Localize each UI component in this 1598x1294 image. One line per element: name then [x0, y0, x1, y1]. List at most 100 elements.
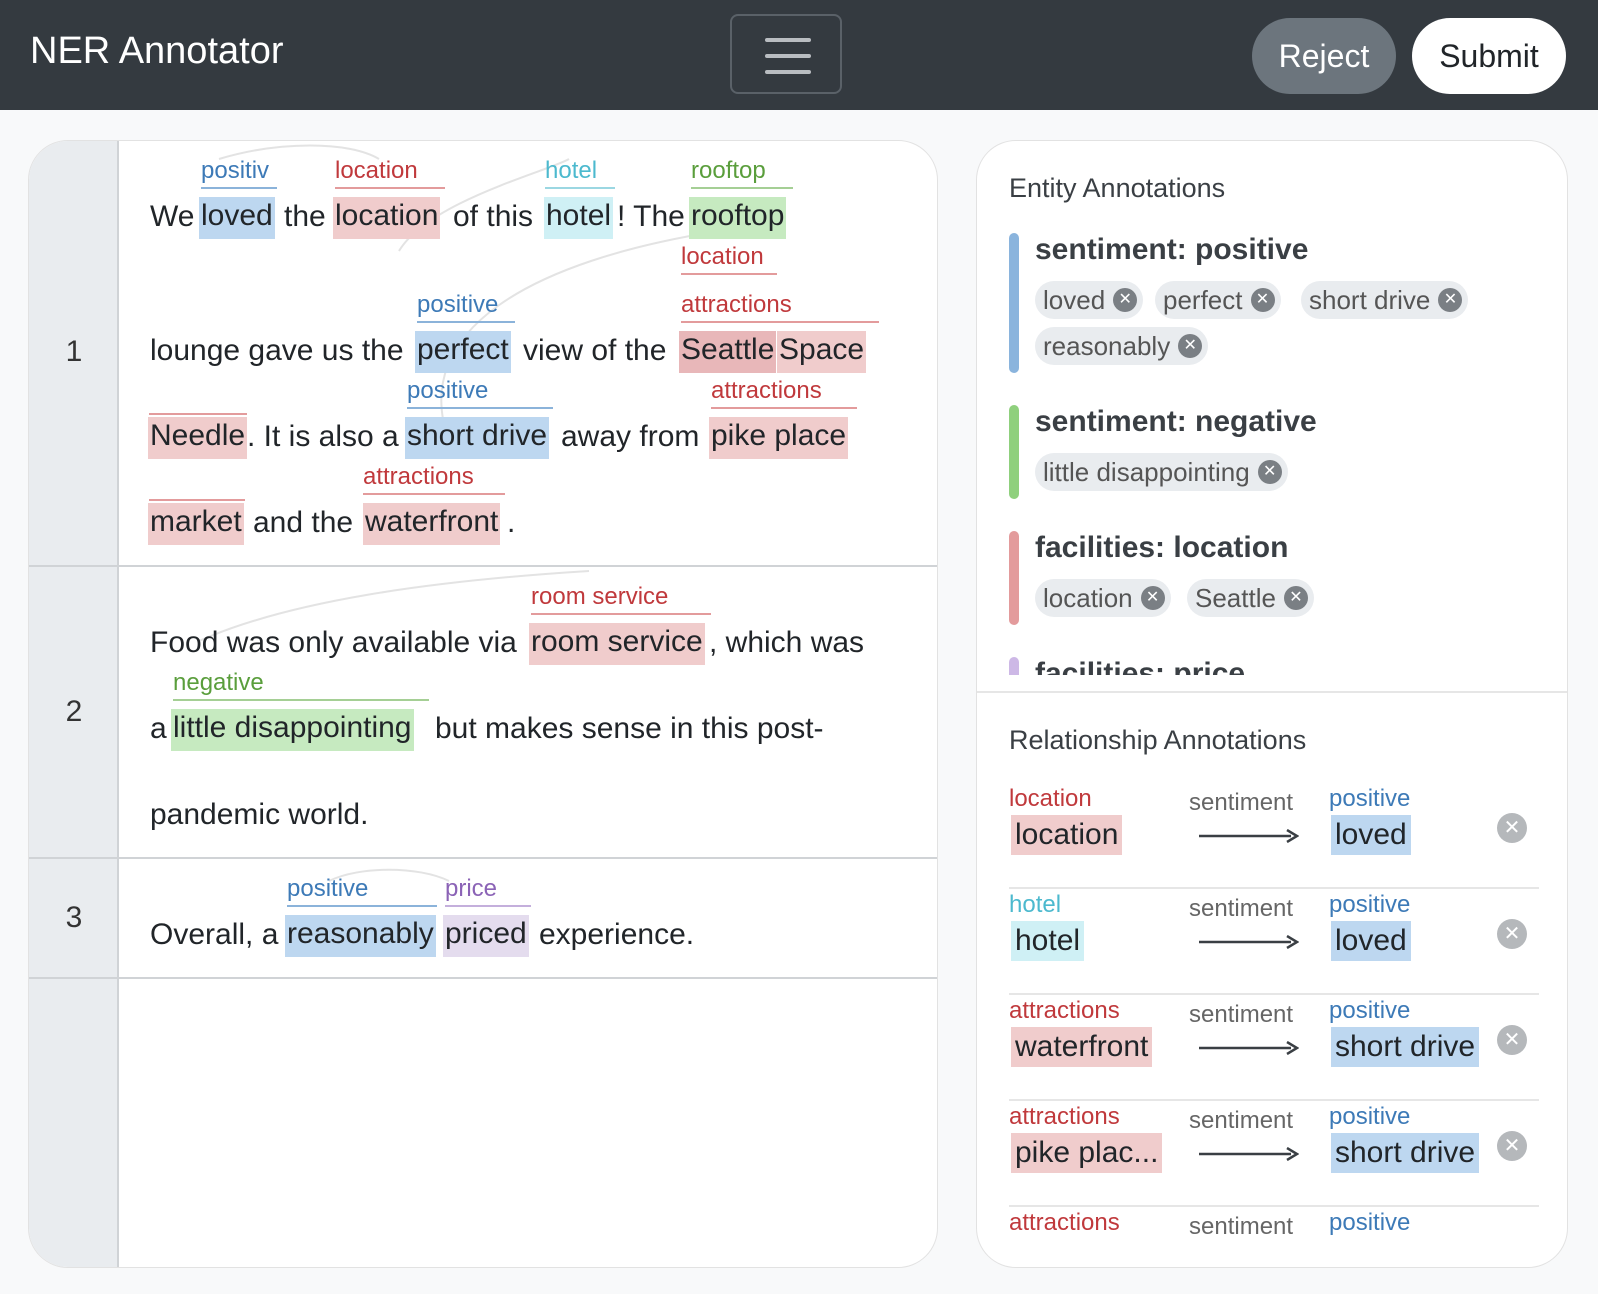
- entity-chip[interactable]: little disappointing ✕: [1035, 453, 1288, 491]
- entity-token[interactable]: location: [333, 197, 441, 239]
- relation-target-label: positive: [1329, 1209, 1411, 1236]
- row-divider: [29, 977, 937, 979]
- entity-label: positiv: [201, 157, 277, 189]
- menu-toggle-button[interactable]: [730, 14, 842, 94]
- entity-token[interactable]: priced: [443, 915, 529, 957]
- entity-token[interactable]: loved: [199, 197, 275, 239]
- relation-target: loved: [1331, 921, 1411, 961]
- entity-token[interactable]: little disappointing: [171, 709, 414, 751]
- arrow-right-icon: [1199, 935, 1299, 949]
- entity-label: attractions: [711, 377, 857, 409]
- relation-target-label: positive: [1329, 1103, 1411, 1130]
- relationship-annotations-title: Relationship Annotations: [1009, 725, 1307, 755]
- relationship-row[interactable]: location location sentiment positive lov…: [1009, 785, 1539, 889]
- entity-label: attractions: [363, 463, 505, 495]
- submit-button[interactable]: Submit: [1412, 18, 1566, 94]
- entity-token[interactable]: rooftop: [689, 197, 787, 239]
- entity-token[interactable]: short drive: [405, 417, 550, 459]
- line-number: 3: [65, 901, 83, 934]
- app-brand[interactable]: NER Annotator: [30, 30, 283, 73]
- relation-type: sentiment: [1189, 895, 1294, 922]
- remove-icon[interactable]: ✕: [1140, 586, 1165, 610]
- entity-token[interactable]: pike place: [709, 417, 849, 459]
- entity-chip[interactable]: Seattle ✕: [1187, 579, 1314, 617]
- relation-source-label: attractions: [1009, 1103, 1120, 1130]
- remove-icon[interactable]: ✕: [1497, 919, 1527, 949]
- entity-annotations-title: Entity Annotations: [1009, 173, 1226, 203]
- remove-icon[interactable]: ✕: [1257, 460, 1282, 484]
- entity-label: location: [335, 157, 445, 189]
- entity-chip-label: short drive: [1309, 285, 1431, 315]
- text-span: We: [150, 200, 195, 233]
- relation-target-label: positive: [1329, 997, 1411, 1024]
- entity-label: positive: [417, 291, 515, 323]
- remove-icon[interactable]: ✕: [1178, 334, 1203, 358]
- entity-group-name: sentiment: negative: [1035, 405, 1317, 438]
- relation-source-label: hotel: [1009, 891, 1062, 918]
- hamburger-icon: [765, 38, 811, 42]
- entity-label: positive: [407, 377, 553, 409]
- entity-label-continuation: [149, 385, 247, 415]
- relationship-row[interactable]: attractions waterfront sentiment positiv…: [1009, 997, 1539, 1101]
- entity-token[interactable]: Space: [777, 331, 867, 373]
- entity-chip[interactable]: reasonably ✕: [1035, 327, 1209, 365]
- entity-label: negative: [173, 669, 429, 701]
- remove-icon[interactable]: ✕: [1283, 586, 1308, 610]
- entity-token[interactable]: perfect: [415, 331, 511, 373]
- entity-chip[interactable]: perfect ✕: [1155, 281, 1281, 319]
- entity-label: price: [445, 875, 531, 907]
- remove-icon[interactable]: ✕: [1250, 288, 1275, 312]
- relation-target-label: positive: [1329, 785, 1411, 812]
- relationship-row[interactable]: attractions pike plac... sentiment posit…: [1009, 1103, 1539, 1207]
- text-span: the: [284, 200, 326, 233]
- relation-source: hotel: [1011, 921, 1085, 961]
- entity-token[interactable]: hotel: [544, 197, 614, 239]
- entity-token[interactable]: market: [148, 503, 244, 545]
- entity-chip[interactable]: location ✕: [1035, 579, 1171, 617]
- entity-chip-label: loved: [1043, 285, 1106, 315]
- entity-chip-label: reasonably: [1043, 331, 1171, 361]
- entity-group-facilities-price: facilities: price: [1009, 657, 1529, 675]
- row-divider: [29, 857, 937, 859]
- text-span: a: [150, 712, 167, 745]
- entity-chip[interactable]: short drive ✕: [1301, 281, 1469, 319]
- text-span: . It is also a: [247, 420, 399, 453]
- entity-token[interactable]: room service: [529, 623, 705, 665]
- entity-token[interactable]: Needle: [148, 417, 248, 459]
- entity-group-name: sentiment: positive: [1035, 233, 1309, 266]
- annotations-panel: Entity Annotations sentiment: positive l…: [976, 140, 1568, 1268]
- remove-icon[interactable]: ✕: [1497, 1025, 1527, 1055]
- entity-group-sentiment-positive: sentiment: positive loved ✕ perfect ✕ shor…: [1009, 233, 1529, 373]
- relation-target: short drive: [1331, 1133, 1480, 1173]
- remove-icon[interactable]: ✕: [1497, 1131, 1527, 1161]
- entity-color-bar: [1009, 233, 1019, 373]
- relation-source-label: location: [1009, 785, 1092, 812]
- text-span: but makes sense in this post-: [435, 712, 824, 745]
- entity-chip-label: little disappointing: [1043, 457, 1250, 487]
- relationship-row[interactable]: attractions sentiment positive: [1009, 1209, 1539, 1267]
- text-span: of this: [453, 200, 534, 233]
- navbar: NER Annotator Reject Submit: [0, 0, 1598, 110]
- reject-button[interactable]: Reject: [1252, 18, 1396, 94]
- text-span: pandemic world.: [150, 798, 369, 831]
- entity-label: attractions: [681, 291, 879, 323]
- entity-group-sentiment-negative: sentiment: negative little disappointing…: [1009, 405, 1529, 499]
- remove-icon[interactable]: ✕: [1113, 288, 1138, 312]
- arrow-right-icon: [1199, 1041, 1299, 1055]
- entity-token[interactable]: Seattle: [679, 331, 777, 373]
- relation-source-label: attractions: [1009, 1209, 1120, 1236]
- relationship-row[interactable]: hotel hotel sentiment positive loved ✕: [1009, 891, 1539, 995]
- entity-chip[interactable]: loved ✕: [1035, 281, 1144, 319]
- entity-color-bar: [1009, 405, 1019, 499]
- remove-icon[interactable]: ✕: [1497, 813, 1527, 843]
- relation-target-label: positive: [1329, 891, 1411, 918]
- line-number: 2: [65, 695, 83, 728]
- entity-token[interactable]: reasonably: [285, 915, 436, 957]
- entity-group-facilities-location: facilities: location location ✕ Seattle ✕: [1009, 531, 1529, 625]
- text-span: view of the: [523, 334, 667, 367]
- entity-token[interactable]: waterfront: [363, 503, 501, 545]
- remove-icon[interactable]: ✕: [1438, 288, 1463, 312]
- text-span: experience.: [539, 918, 695, 951]
- text-span: ! The: [617, 200, 685, 233]
- text-span: away from: [561, 420, 700, 453]
